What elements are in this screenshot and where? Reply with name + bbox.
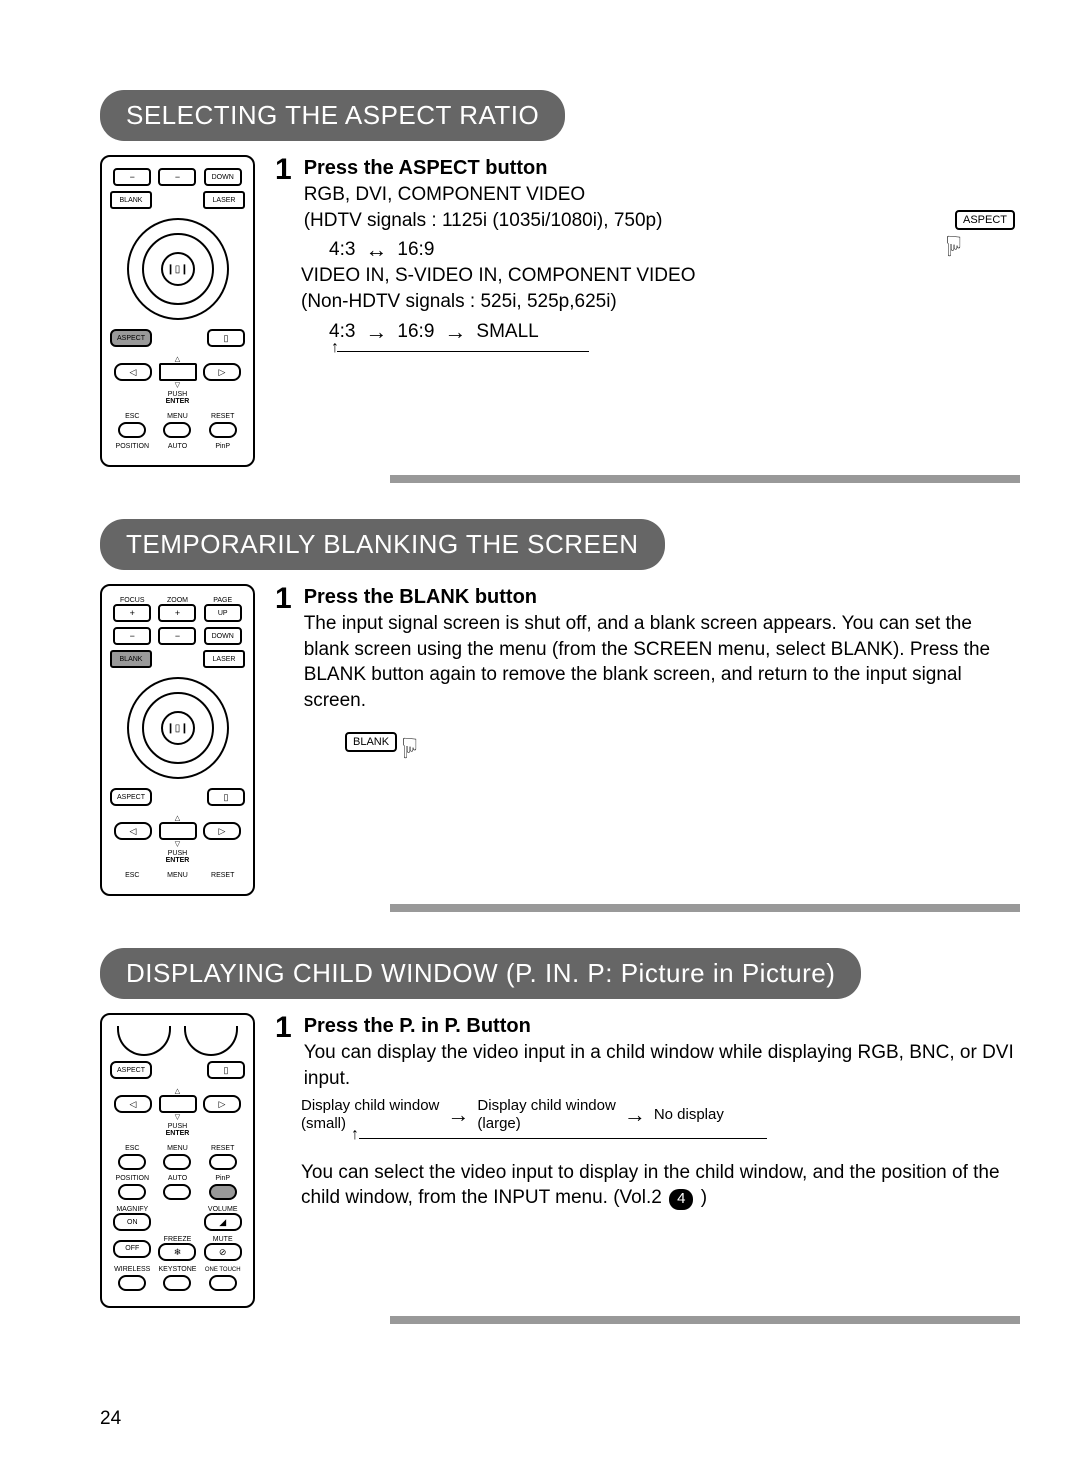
step-title-blank: Press the BLANK button: [304, 586, 1020, 609]
right-arrow-icon: →: [365, 319, 387, 345]
hand-icon: ☟: [945, 230, 962, 263]
up-arrow-icon: ↑: [351, 1126, 359, 1144]
aspect-line1: RGB, DVI, COMPONENT VIDEO: [304, 182, 663, 208]
up-arrow-icon: ↑: [331, 339, 339, 357]
section-divider: [390, 475, 1020, 483]
aspect-sequence-1: 4:3 ↔ 16:9: [329, 237, 1020, 263]
aspect-button-highlight: ASPECT: [110, 329, 152, 347]
heading-aspect: SELECTING THE ASPECT RATIO: [100, 90, 565, 141]
pip-body2: You can select the video input to displa…: [301, 1160, 1020, 1211]
step-title-pip: Press the P. in P. Button: [304, 1015, 1020, 1038]
hand-icon: ☟: [401, 732, 418, 765]
blank-button-highlight: BLANK: [110, 650, 152, 668]
aspect-line4: (Non-HDTV signals : 525i, 525p,625i): [301, 289, 1020, 315]
section-blank: TEMPORARILY BLANKING THE SCREEN FOCUS+ Z…: [100, 519, 1020, 912]
aspect-line3: VIDEO IN, S-VIDEO IN, COMPONENT VIDEO: [301, 263, 1020, 289]
section-pip: DISPLAYING CHILD WINDOW (P. IN. P: Pictu…: [100, 948, 1020, 1324]
page-number: 24: [100, 1408, 121, 1430]
pip-sequence: Display child window (small) → Display c…: [301, 1097, 1020, 1132]
section-aspect: SELECTING THE ASPECT RATIO − − DOWN BLAN…: [100, 90, 1020, 483]
pinp-button-highlight: [209, 1184, 237, 1200]
blank-body: The input signal screen is shut off, and…: [304, 611, 1020, 714]
right-arrow-icon: →: [447, 1102, 469, 1128]
heading-blank: TEMPORARILY BLANKING THE SCREEN: [100, 519, 665, 570]
aspect-keycap-illustration: ASPECT ☟: [950, 201, 1020, 271]
aspect-line2: (HDTV signals : 1125i (1035i/1080i), 750…: [304, 208, 663, 234]
step-number: 1: [275, 155, 292, 185]
right-arrow-icon: →: [624, 1102, 646, 1128]
remote-illustration-aspect: − − DOWN BLANK LASER ❙▯❙ ASPECT: [100, 155, 255, 467]
step-title-aspect: Press the ASPECT button: [304, 157, 663, 180]
double-arrow-icon: ↔: [365, 237, 387, 263]
pip-body1: You can display the video input in a chi…: [304, 1040, 1020, 1091]
blank-keycap-illustration: BLANK ☟: [345, 732, 1020, 765]
step-number: 1: [275, 584, 292, 614]
remote-illustration-pip: ASPECT ▯ ◁ △ ▽ ▷ PUSHENTER: [100, 1013, 255, 1308]
step-number: 1: [275, 1013, 292, 1043]
section-divider: [390, 904, 1020, 912]
page-ref-badge: 4: [669, 1189, 693, 1209]
right-arrow-icon: →: [444, 319, 466, 345]
aspect-sequence-2: 4:3 → 16:9 → SMALL: [329, 319, 1020, 345]
section-divider: [390, 1316, 1020, 1324]
page: SELECTING THE ASPECT RATIO − − DOWN BLAN…: [0, 0, 1080, 1484]
remote-illustration-blank: FOCUS+ ZOOM+ PAGEUP − − DOWN BLANK LASER: [100, 584, 255, 896]
heading-pip: DISPLAYING CHILD WINDOW (P. IN. P: Pictu…: [100, 948, 861, 999]
